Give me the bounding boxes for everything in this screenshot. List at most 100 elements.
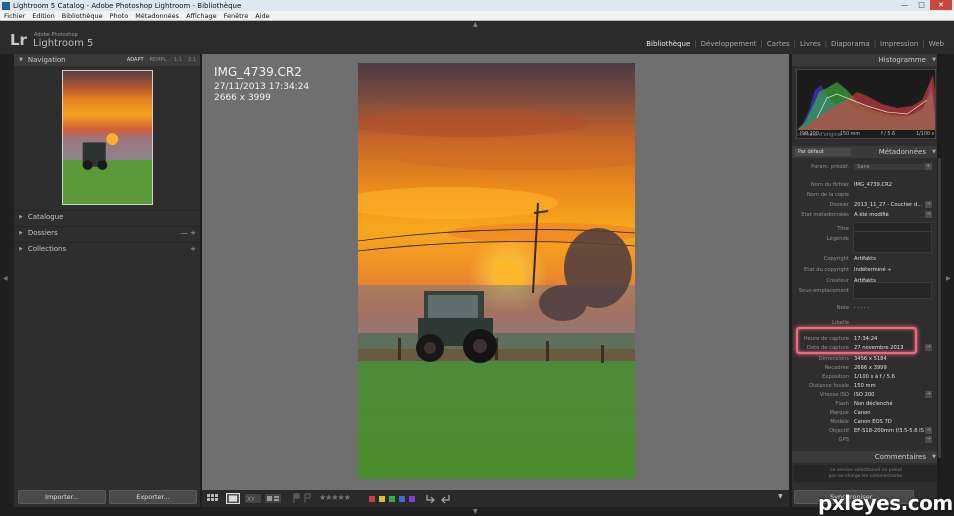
menu-fenetre[interactable]: Fenêtre <box>220 12 252 20</box>
watermark-text: pxleyes.com <box>818 491 953 515</box>
metadata-value[interactable]: 1/100 s à f / 5.6 <box>854 374 895 380</box>
metadata-action-icon[interactable]: → <box>925 391 932 398</box>
lightroom-logo: Lr <box>10 31 27 49</box>
rotate-right-icon[interactable] <box>440 493 452 504</box>
collections-add-icon[interactable]: + <box>190 245 196 253</box>
zoom-fit-option[interactable]: ADAPT <box>127 57 144 63</box>
metadata-value[interactable]: IMG_4739.CR2 <box>854 182 892 188</box>
module-cartes[interactable]: Cartes <box>763 40 794 48</box>
import-button[interactable]: Importer... <box>18 490 106 504</box>
metadata-value[interactable]: 3456 x 5184 <box>854 356 887 362</box>
metadata-label: Note <box>836 304 849 311</box>
metadata-row: Sous-emplacement <box>792 286 940 295</box>
histogram[interactable]: ISO 200 150 mm f / 5.6 1/100 s <box>796 69 936 139</box>
reject-flag-icon[interactable] <box>304 493 312 504</box>
zoom-1-1-option[interactable]: 1:1 <box>174 57 182 63</box>
right-panel-toggle-icon[interactable]: ▶ <box>946 275 951 282</box>
navigator-preview[interactable] <box>62 70 153 205</box>
menu-fichier[interactable]: Fichier <box>0 12 28 20</box>
original-photo-text: Photo d'origine <box>803 132 842 138</box>
window-title: Lightroom 5 Catalog - Adobe Photoshop Li… <box>13 1 242 10</box>
color-label-yellow[interactable] <box>379 496 385 502</box>
expand-triangle-icon: ▶ <box>19 245 23 252</box>
comments-note-line: pas en charge les commentaires. <box>828 474 904 479</box>
folders-add-remove-icon[interactable]: — + <box>181 229 196 237</box>
metadata-row: Note · · · · · <box>792 303 940 312</box>
metadata-label: GPS <box>838 436 849 443</box>
compare-view-icon[interactable]: XY <box>245 493 261 504</box>
metadata-value[interactable]: A été modifié <box>854 212 889 218</box>
close-button[interactable]: ✕ <box>930 0 952 10</box>
dropdown-arrow-icon[interactable]: ÷ <box>925 163 932 170</box>
rotate-left-icon[interactable] <box>424 493 436 504</box>
module-impression[interactable]: Impression <box>876 40 922 48</box>
main-photo[interactable] <box>358 63 635 479</box>
scrollbar-thumb[interactable] <box>938 158 941 458</box>
metadata-action-icon[interactable]: → <box>925 211 932 218</box>
module-developpement[interactable]: Développement <box>697 40 761 48</box>
collections-panel-header[interactable]: ▶ Collections + <box>14 242 200 254</box>
metadata-value[interactable]: Artifakts <box>854 278 876 284</box>
metadata-label: Param. prédéf. <box>811 163 849 170</box>
menu-aide[interactable]: Aide <box>251 12 272 20</box>
navigator-header[interactable]: ▼ Navigation ADAPT REMPL. 1:1 2:1 <box>14 54 200 66</box>
menu-affichage[interactable]: Affichage <box>182 12 220 20</box>
metadata-label: Titre <box>837 225 849 232</box>
maximize-button[interactable]: □ <box>913 0 930 10</box>
filmstrip-toggle-icon[interactable]: ▼ <box>473 508 478 515</box>
metadata-value[interactable]: 2013_11_27 - Coucher d... <box>854 202 922 208</box>
top-panel-toggle-icon[interactable]: ▲ <box>473 21 478 28</box>
metadata-action-icon[interactable]: → <box>925 436 932 443</box>
module-bibliotheque[interactable]: Bibliothèque <box>642 40 694 48</box>
metadata-value[interactable]: Canon <box>854 410 871 416</box>
menu-metadonnees[interactable]: Métadonnées <box>131 12 182 20</box>
comments-header[interactable]: Commentaires ▼ <box>792 451 940 463</box>
metadata-value[interactable]: Indéterminé ÷ <box>854 267 892 273</box>
export-button[interactable]: Exporter... <box>109 490 197 504</box>
survey-view-icon[interactable] <box>265 493 281 504</box>
metadata-value[interactable]: 150 mm <box>854 383 876 389</box>
minimize-button[interactable]: — <box>896 0 913 10</box>
metadata-value[interactable]: Canon EOS 7D <box>854 419 892 425</box>
metadata-row: Exposition 1/100 s à f / 5.6 <box>792 372 940 381</box>
metadata-value[interactable]: Non déclenché <box>854 401 893 407</box>
loupe-view-icon[interactable] <box>226 493 240 504</box>
zoom-2-1-option[interactable]: 2:1 <box>188 57 196 63</box>
grid-view-icon[interactable] <box>206 493 220 504</box>
collections-label: Collections <box>27 244 67 253</box>
zoom-fill-option[interactable]: REMPL. <box>150 57 168 63</box>
metadata-row: Vitesse ISO ISO 200 → <box>792 390 940 399</box>
metadata-value[interactable]: · · · · · <box>854 305 869 311</box>
module-diaporama[interactable]: Diaporama <box>827 40 874 48</box>
metadata-value[interactable]: EF-S18-200mm f/3.5-5.6 IS <box>854 428 924 434</box>
metadata-action-icon[interactable]: → <box>925 201 932 208</box>
star-rating[interactable]: ★★★★★ <box>319 493 351 502</box>
module-livres[interactable]: Livres <box>796 40 825 48</box>
metadata-preset-dropdown[interactable]: Par défaut <box>795 148 851 156</box>
toolbar-dropdown-icon[interactable]: ▼ <box>778 493 783 500</box>
left-panel-toggle-icon[interactable]: ◀ <box>3 275 8 282</box>
main-photo-image <box>358 63 635 479</box>
menu-bibliotheque[interactable]: Bibliothèque <box>58 12 106 20</box>
color-label-purple[interactable] <box>409 496 415 502</box>
flag-icon[interactable] <box>293 493 301 504</box>
color-label-red[interactable] <box>369 496 375 502</box>
metadata-header[interactable]: Par défaut Métadonnées ▼ <box>792 146 940 158</box>
color-label-green[interactable] <box>389 496 395 502</box>
metadata-action-icon[interactable]: → <box>925 427 932 434</box>
collapse-triangle-icon: ▼ <box>932 454 936 460</box>
histogram-header[interactable]: Histogramme ▼ <box>792 54 940 66</box>
folders-panel-header[interactable]: ▶ Dossiers — + <box>14 226 200 238</box>
right-panel-scrollbar[interactable] <box>937 54 942 507</box>
metadata-value[interactable]: 2666 x 3999 <box>854 365 887 371</box>
metadata-preset-select[interactable]: Sans <box>854 163 932 170</box>
menu-edition[interactable]: Edition <box>28 12 58 20</box>
menu-photo[interactable]: Photo <box>106 12 132 20</box>
module-web[interactable]: Web <box>925 40 948 48</box>
catalogue-panel-header[interactable]: ▶ Catalogue <box>14 210 200 222</box>
metadata-row: Distance focale 150 mm <box>792 381 940 390</box>
metadata-value[interactable]: ISO 200 <box>854 392 874 398</box>
color-label-blue[interactable] <box>399 496 405 502</box>
metadata-action-icon[interactable]: → <box>925 344 932 351</box>
metadata-value[interactable]: Artifakts <box>854 256 876 262</box>
